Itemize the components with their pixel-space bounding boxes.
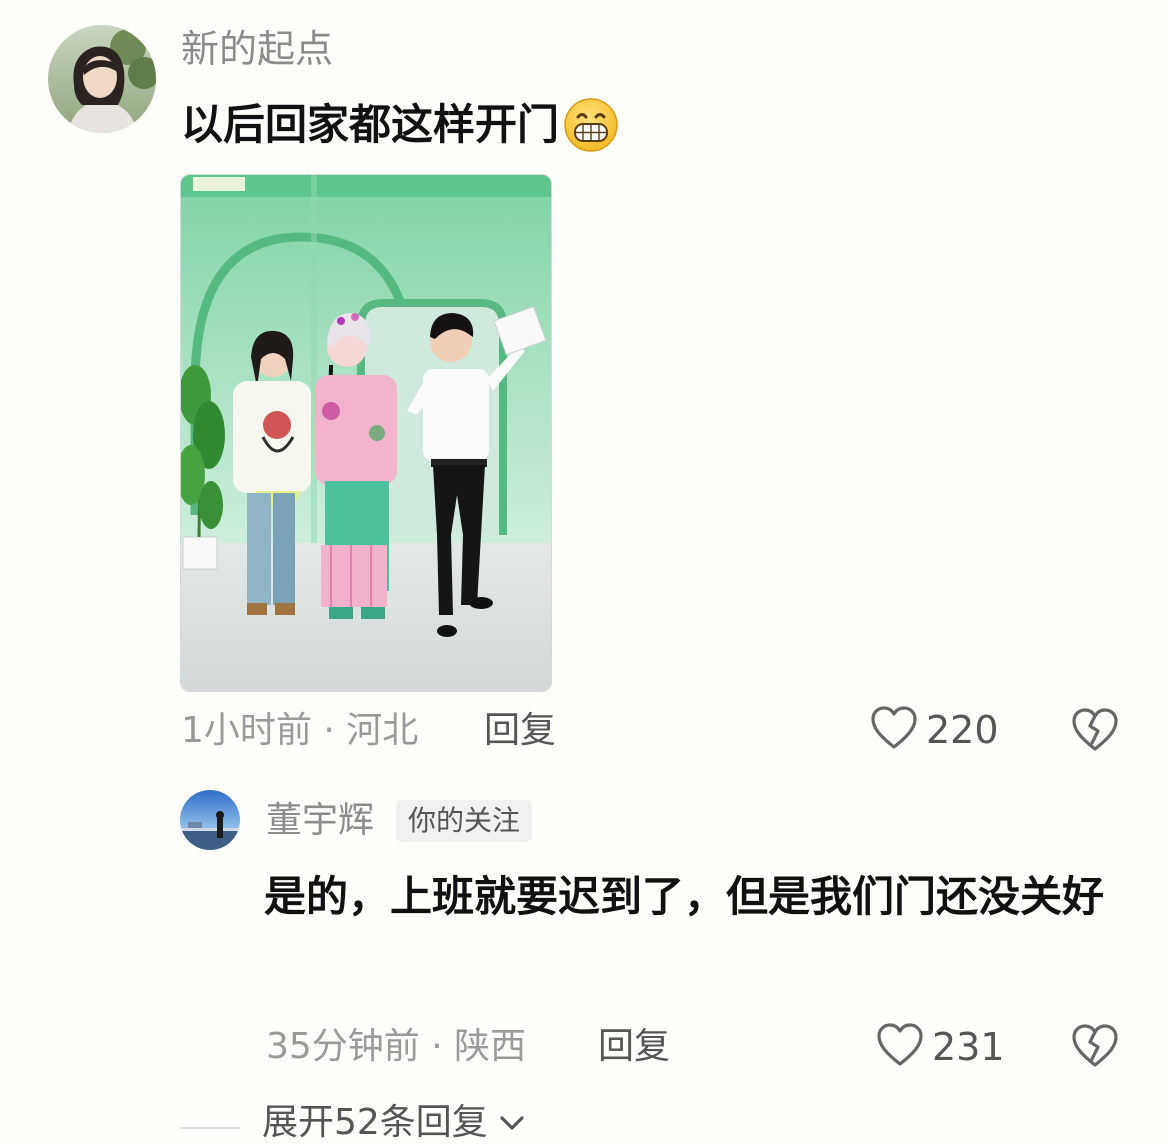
expand-replies-button[interactable]: 展开52条回复 bbox=[262, 1100, 526, 1146]
like-count: 220 bbox=[926, 708, 999, 752]
reply-reply-button[interactable]: 回复 bbox=[598, 1025, 670, 1069]
comment-text: 以后回家都这样开门 bbox=[181, 97, 619, 153]
heart-outline-icon bbox=[870, 705, 918, 755]
comment-meta: 1小时前 · 河北 bbox=[181, 710, 419, 751]
reply-button[interactable]: 回复 bbox=[484, 709, 556, 753]
reply-like-count: 231 bbox=[932, 1025, 1005, 1069]
reply-text: 是的，上班就要迟到了，但是我们门还没关好 bbox=[264, 872, 1105, 921]
broken-heart-icon bbox=[1071, 708, 1119, 757]
following-badge: 你的关注 bbox=[396, 800, 533, 842]
chevron-down-icon bbox=[498, 1113, 526, 1133]
comment-username[interactable]: 新的起点 bbox=[181, 26, 333, 72]
heart-outline-icon bbox=[876, 1022, 924, 1072]
dislike-button[interactable] bbox=[1071, 707, 1119, 757]
reply-avatar[interactable] bbox=[180, 790, 240, 850]
reply-like-button[interactable]: 231 bbox=[876, 1022, 1005, 1072]
reply-username[interactable]: 董宇辉 bbox=[266, 798, 374, 844]
avatar[interactable] bbox=[48, 25, 156, 133]
expand-replies-label: 展开52条回复 bbox=[262, 1102, 488, 1143]
broken-heart-icon bbox=[1071, 1024, 1119, 1073]
expand-divider bbox=[180, 1127, 240, 1129]
grinning-face-emoji-icon bbox=[563, 97, 619, 153]
like-button[interactable]: 220 bbox=[870, 705, 999, 755]
reply-meta: 35分钟前 · 陕西 bbox=[266, 1026, 527, 1067]
reply-dislike-button[interactable] bbox=[1071, 1023, 1119, 1073]
comment-text-content: 以后回家都这样开门 bbox=[181, 100, 560, 149]
comment-image[interactable] bbox=[180, 174, 552, 692]
